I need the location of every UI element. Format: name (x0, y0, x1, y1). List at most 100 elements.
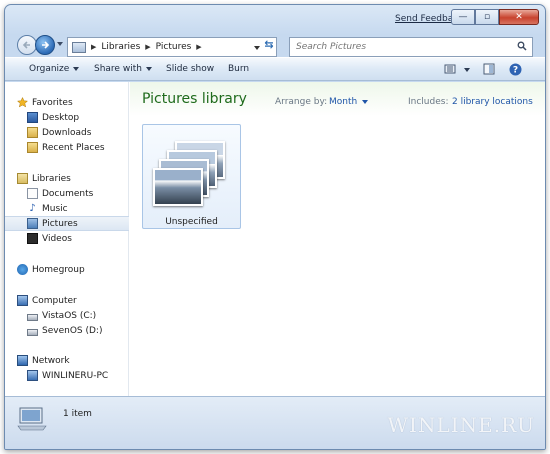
recent-pages-dropdown[interactable] (57, 42, 63, 46)
nav-computer-label: Computer (32, 295, 77, 306)
share-with-menu[interactable]: Share with (94, 64, 152, 74)
search-input[interactable] (290, 38, 500, 56)
nav-desktop-label: Desktop (42, 112, 80, 123)
nav-drive-c-label: VistaOS (C:) (42, 310, 97, 321)
explorer-window: Send Feedback — ▫ ✕ ▶ Libraries ▶ Pictur… (4, 4, 546, 450)
folder-stack-item[interactable]: Unspecified (142, 124, 241, 229)
nav-pictures[interactable]: Pictures (5, 216, 129, 231)
forward-button[interactable] (35, 35, 55, 55)
burn-button[interactable]: Burn (228, 64, 249, 74)
library-locations-link[interactable]: 2 library locations (452, 97, 533, 107)
drive-icon (27, 313, 38, 321)
command-bar: Organize Share with Slide show Burn ? (5, 57, 545, 81)
library-title: Pictures library (142, 91, 247, 107)
nav-pictures-label: Pictures (42, 218, 78, 229)
chevron-down-icon (362, 99, 369, 104)
nav-drive-d[interactable]: SevenOS (D:) (5, 323, 129, 338)
share-with-label: Share with (94, 64, 142, 74)
address-bar[interactable]: ▶ Libraries ▶ Pictures ▶ (67, 37, 277, 57)
chevron-down-icon (145, 66, 152, 71)
breadcrumb-separator-icon[interactable]: ▶ (196, 43, 201, 51)
nav-videos[interactable]: Videos (5, 231, 129, 246)
includes-label: Includes: (408, 97, 449, 107)
nav-network-label: Network (32, 355, 70, 366)
details-pane: 1 item WINLINE.RU (5, 396, 545, 449)
homegroup-icon (17, 264, 28, 275)
nav-network-pc[interactable]: WINLINERU-PC (5, 368, 129, 383)
nav-computer[interactable]: Computer (5, 293, 129, 308)
maximize-button[interactable]: ▫ (475, 9, 499, 25)
arrange-by-label: Arrange by: (275, 97, 328, 107)
nav-homegroup[interactable]: Homegroup (5, 262, 129, 277)
folder-stack-label: Unspecified (165, 217, 218, 227)
forward-arrow-icon (42, 41, 50, 49)
desktop-icon (27, 112, 38, 123)
search-box[interactable] (289, 37, 533, 57)
close-button[interactable]: ✕ (499, 9, 539, 25)
help-icon[interactable]: ? (509, 63, 522, 76)
nav-videos-label: Videos (42, 233, 72, 244)
breadcrumb-pictures[interactable]: Pictures (156, 42, 192, 52)
nav-libraries[interactable]: Libraries (5, 171, 129, 186)
nav-drive-c[interactable]: VistaOS (C:) (5, 308, 129, 323)
navigation-pane: Favorites Desktop Downloads Recent Place… (5, 82, 129, 396)
back-arrow-icon (22, 41, 30, 49)
watermark-text: WINLINE.RU (387, 413, 535, 437)
breadcrumb-separator-icon[interactable]: ▶ (91, 43, 96, 51)
change-view-icon[interactable] (444, 63, 456, 75)
chevron-down-icon (73, 66, 80, 71)
pictures-library-icon (17, 407, 47, 431)
minimize-button[interactable]: — (451, 9, 475, 25)
nav-recent-places-label: Recent Places (42, 142, 105, 153)
nav-downloads-label: Downloads (42, 127, 92, 138)
nav-libraries-label: Libraries (32, 173, 71, 184)
search-icon[interactable] (517, 41, 527, 51)
refresh-icon[interactable]: ⇆ (261, 36, 277, 52)
star-icon (17, 97, 28, 108)
nav-desktop[interactable]: Desktop (5, 110, 129, 125)
back-button[interactable] (17, 35, 37, 55)
documents-icon (27, 188, 38, 199)
nav-drive-d-label: SevenOS (D:) (42, 325, 103, 336)
videos-icon (27, 233, 38, 244)
preview-pane-icon[interactable] (483, 63, 495, 75)
nav-recent-places[interactable]: Recent Places (5, 140, 129, 155)
picture-stack-icon (153, 137, 233, 207)
music-note-icon: ♪ (29, 203, 36, 214)
svg-text:?: ? (513, 66, 518, 76)
nav-favorites-label: Favorites (32, 97, 73, 108)
nav-documents-label: Documents (42, 188, 94, 199)
computer-icon (17, 295, 28, 306)
drive-icon (27, 328, 38, 336)
nav-downloads[interactable]: Downloads (5, 125, 129, 140)
breadcrumb-libraries[interactable]: Libraries (101, 42, 140, 52)
library-icon (72, 41, 86, 53)
organize-label: Organize (29, 64, 70, 74)
nav-homegroup-label: Homegroup (32, 264, 85, 275)
libraries-icon (17, 173, 28, 184)
navigation-bar: ▶ Libraries ▶ Pictures ▶ ⇆ (5, 33, 545, 59)
nav-network[interactable]: Network (5, 353, 129, 368)
arrange-by-value: Month (329, 97, 358, 107)
item-count: 1 item (63, 409, 92, 419)
nav-network-pc-label: WINLINERU-PC (42, 370, 109, 381)
file-list-pane: Pictures library Arrange by: Month Inclu… (130, 82, 545, 396)
view-options-dropdown-icon[interactable] (464, 68, 470, 72)
pictures-icon (27, 218, 38, 229)
breadcrumb-separator-icon[interactable]: ▶ (145, 43, 150, 51)
nav-music-label: Music (42, 203, 68, 214)
slide-show-button[interactable]: Slide show (166, 64, 214, 74)
address-dropdown[interactable] (254, 46, 260, 50)
arrange-by-dropdown[interactable]: Month (329, 97, 369, 107)
content-area: Favorites Desktop Downloads Recent Place… (5, 82, 545, 396)
nav-music[interactable]: ♪ Music (5, 201, 129, 216)
nav-documents[interactable]: Documents (5, 186, 129, 201)
network-icon (17, 355, 28, 366)
caption-buttons: — ▫ ✕ (451, 9, 539, 25)
organize-menu[interactable]: Organize (29, 64, 80, 74)
library-header: Pictures library Arrange by: Month Inclu… (130, 82, 545, 116)
recent-places-icon (27, 142, 38, 153)
computer-icon (27, 370, 38, 381)
downloads-folder-icon (27, 127, 38, 138)
nav-favorites[interactable]: Favorites (5, 95, 129, 110)
